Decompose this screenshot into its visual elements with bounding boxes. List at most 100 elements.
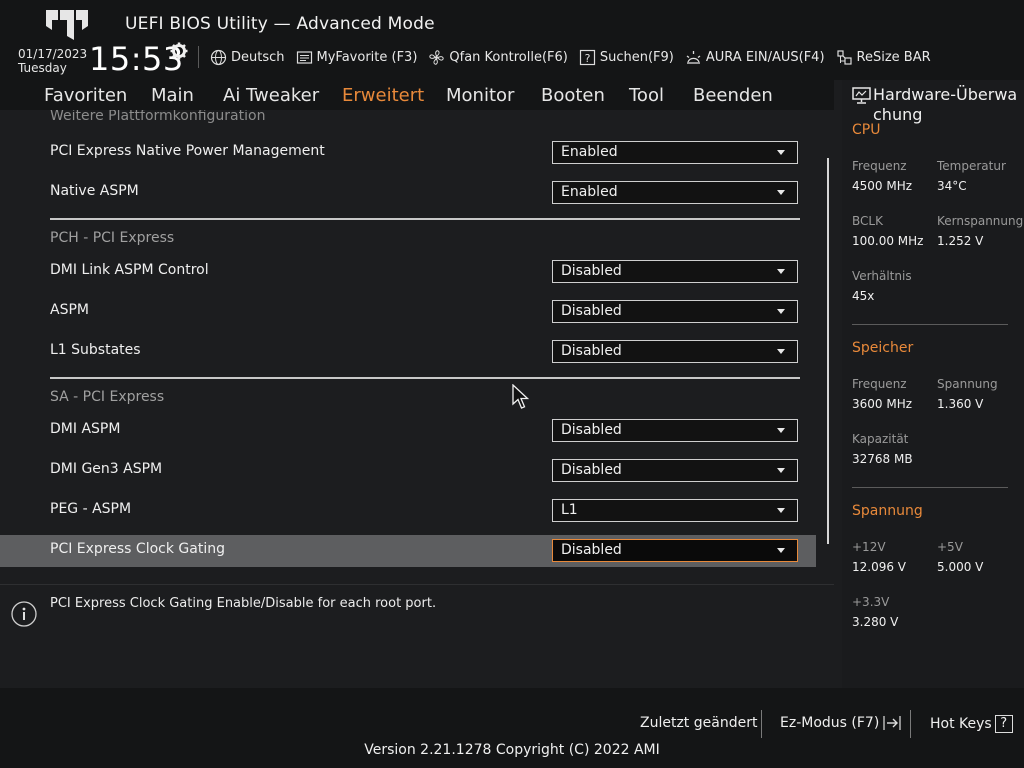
dropdown-caret-icon	[777, 269, 785, 274]
peg-aspm-select[interactable]: L1	[552, 499, 798, 522]
setting-label[interactable]: DMI Gen3 ASPM	[50, 461, 162, 477]
favorite-icon	[296, 50, 312, 64]
ratio-label: Verhältnis	[852, 269, 912, 283]
v5-label: +5V	[937, 540, 963, 554]
select-value: Disabled	[561, 303, 622, 319]
date-text: 01/17/2023	[18, 47, 88, 61]
dropdown-caret-icon	[777, 349, 785, 354]
cpu-temp-value: 34°C	[937, 179, 967, 193]
select-value: L1	[561, 502, 578, 518]
clock-gating-select[interactable]: Disabled	[552, 539, 798, 562]
qfan-label: Qfan Kontrolle(F6)	[449, 49, 568, 65]
setting-label[interactable]: PEG - ASPM	[50, 501, 131, 517]
setting-label[interactable]: DMI Link ASPM Control	[50, 262, 209, 278]
setting-label[interactable]: DMI ASPM	[50, 421, 120, 437]
mem-volt-label: Spannung	[937, 377, 998, 391]
mem-cap-label: Kapazität	[852, 432, 909, 446]
monitor-icon	[852, 87, 871, 104]
tab-booten[interactable]: Booten	[541, 85, 605, 106]
resize-bar-icon	[836, 49, 852, 65]
date-display: 01/17/2023 Tuesday	[18, 47, 87, 75]
cpu-temp-label: Temperatur	[937, 159, 1006, 173]
tab-main[interactable]: Main	[151, 85, 194, 106]
globe-icon	[210, 49, 227, 65]
selected-setting-row[interactable]: PCI Express Clock Gating Disabled	[0, 535, 816, 567]
partial-section-title: Weitere Plattformkonfiguration	[50, 110, 266, 124]
hw-separator	[852, 487, 1008, 488]
section-divider	[50, 377, 800, 379]
aspm-select[interactable]: Disabled	[552, 300, 798, 323]
setting-label[interactable]: PCI Express Clock Gating	[50, 541, 225, 557]
tab-favoriten[interactable]: Favoriten	[44, 85, 127, 106]
resize-bar-button[interactable]: ReSize BAR	[836, 49, 931, 66]
mouse-cursor-icon	[512, 384, 530, 409]
dmi-link-aspm-select[interactable]: Disabled	[552, 260, 798, 283]
hot-keys-button[interactable]: Hot Keys ?	[930, 715, 1013, 733]
select-value: Enabled	[561, 144, 618, 160]
mem-freq-value: 3600 MHz	[852, 397, 913, 411]
tab-ai-tweaker[interactable]: Ai Tweaker	[223, 85, 319, 106]
last-changed-button[interactable]: Zuletzt geändert	[640, 715, 757, 731]
tab-tool[interactable]: Tool	[629, 85, 664, 106]
qfan-button[interactable]: Qfan Kontrolle(F6)	[428, 49, 568, 66]
help-key-icon: ?	[994, 715, 1013, 733]
gear-icon[interactable]	[170, 42, 188, 60]
search-button[interactable]: ? Suchen(F9)	[579, 49, 674, 66]
footer-divider	[910, 710, 911, 738]
app-title: UEFI BIOS Utility — Advanced Mode	[125, 14, 435, 34]
weekday-text: Tuesday	[18, 61, 67, 75]
hardware-monitor-title: Hardware-Überwachung	[873, 85, 1018, 124]
setting-label[interactable]: ASPM	[50, 302, 89, 318]
hw-separator	[852, 324, 1008, 325]
voltage-heading: Spannung	[852, 503, 923, 519]
version-text: Version 2.21.1278 Copyright (C) 2022 AMI	[364, 742, 660, 758]
aura-button[interactable]: AURA EIN/AUS(F4)	[685, 49, 825, 66]
exit-arrow-icon	[883, 716, 901, 730]
setting-label[interactable]: PCI Express Native Power Management	[50, 143, 325, 159]
ez-mode-button[interactable]: Ez-Modus (F7)	[780, 715, 902, 731]
tab-monitor[interactable]: Monitor	[446, 85, 514, 106]
myfavorite-label: MyFavorite (F3)	[316, 49, 418, 65]
v33-label: +3.3V	[852, 595, 890, 609]
resize-bar-label: ReSize BAR	[856, 49, 931, 65]
settings-panel: Weitere Plattformkonfiguration PCI Expre…	[0, 110, 834, 578]
select-value: Disabled	[561, 542, 622, 558]
toolbar: Deutsch MyFavorite (F3) Qfan Kontrolle(F…	[210, 46, 931, 68]
language-button[interactable]: Deutsch	[210, 49, 285, 66]
v12-label: +12V	[852, 540, 886, 554]
info-icon	[11, 601, 37, 627]
native-power-mgmt-select[interactable]: Enabled	[552, 141, 798, 164]
setting-label[interactable]: L1 Substates	[50, 342, 141, 358]
section-title-sa: SA - PCI Express	[50, 389, 165, 405]
hot-keys-label: Hot Keys	[930, 716, 992, 732]
vcore-value: 1.252 V	[937, 234, 984, 248]
dmi-gen3-aspm-select[interactable]: Disabled	[552, 459, 798, 482]
dropdown-caret-icon	[777, 309, 785, 314]
dropdown-caret-icon	[777, 428, 785, 433]
search-label: Suchen(F9)	[599, 49, 674, 65]
dmi-aspm-select[interactable]: Disabled	[552, 419, 798, 442]
tuf-logo-icon	[46, 10, 88, 40]
select-value: Disabled	[561, 462, 622, 478]
main-tabs: Favoriten Main Ai Tweaker Erweitert Moni…	[0, 80, 834, 112]
header-divider	[198, 46, 199, 68]
dropdown-caret-icon	[777, 508, 785, 513]
vcore-label: Kernspannung	[937, 214, 1024, 228]
dropdown-caret-icon	[777, 190, 785, 195]
native-aspm-select[interactable]: Enabled	[552, 181, 798, 204]
ratio-value: 45x	[852, 289, 875, 303]
cpu-heading: CPU	[852, 122, 881, 138]
ez-mode-label: Ez-Modus (F7)	[780, 715, 880, 731]
tab-erweitert[interactable]: Erweitert	[342, 85, 425, 112]
cpu-freq-value: 4500 MHz	[852, 179, 913, 193]
l1-substates-select[interactable]: Disabled	[552, 340, 798, 363]
cpu-freq-label: Frequenz	[852, 159, 907, 173]
setting-label[interactable]: Native ASPM	[50, 183, 139, 199]
myfavorite-button[interactable]: MyFavorite (F3)	[296, 49, 418, 66]
footer-divider	[761, 710, 762, 738]
tab-beenden[interactable]: Beenden	[693, 85, 773, 106]
help-text: PCI Express Clock Gating Enable/Disable …	[50, 596, 437, 611]
scrollbar[interactable]	[827, 158, 829, 544]
v33-value: 3.280 V	[852, 615, 899, 629]
aura-icon	[686, 50, 701, 64]
